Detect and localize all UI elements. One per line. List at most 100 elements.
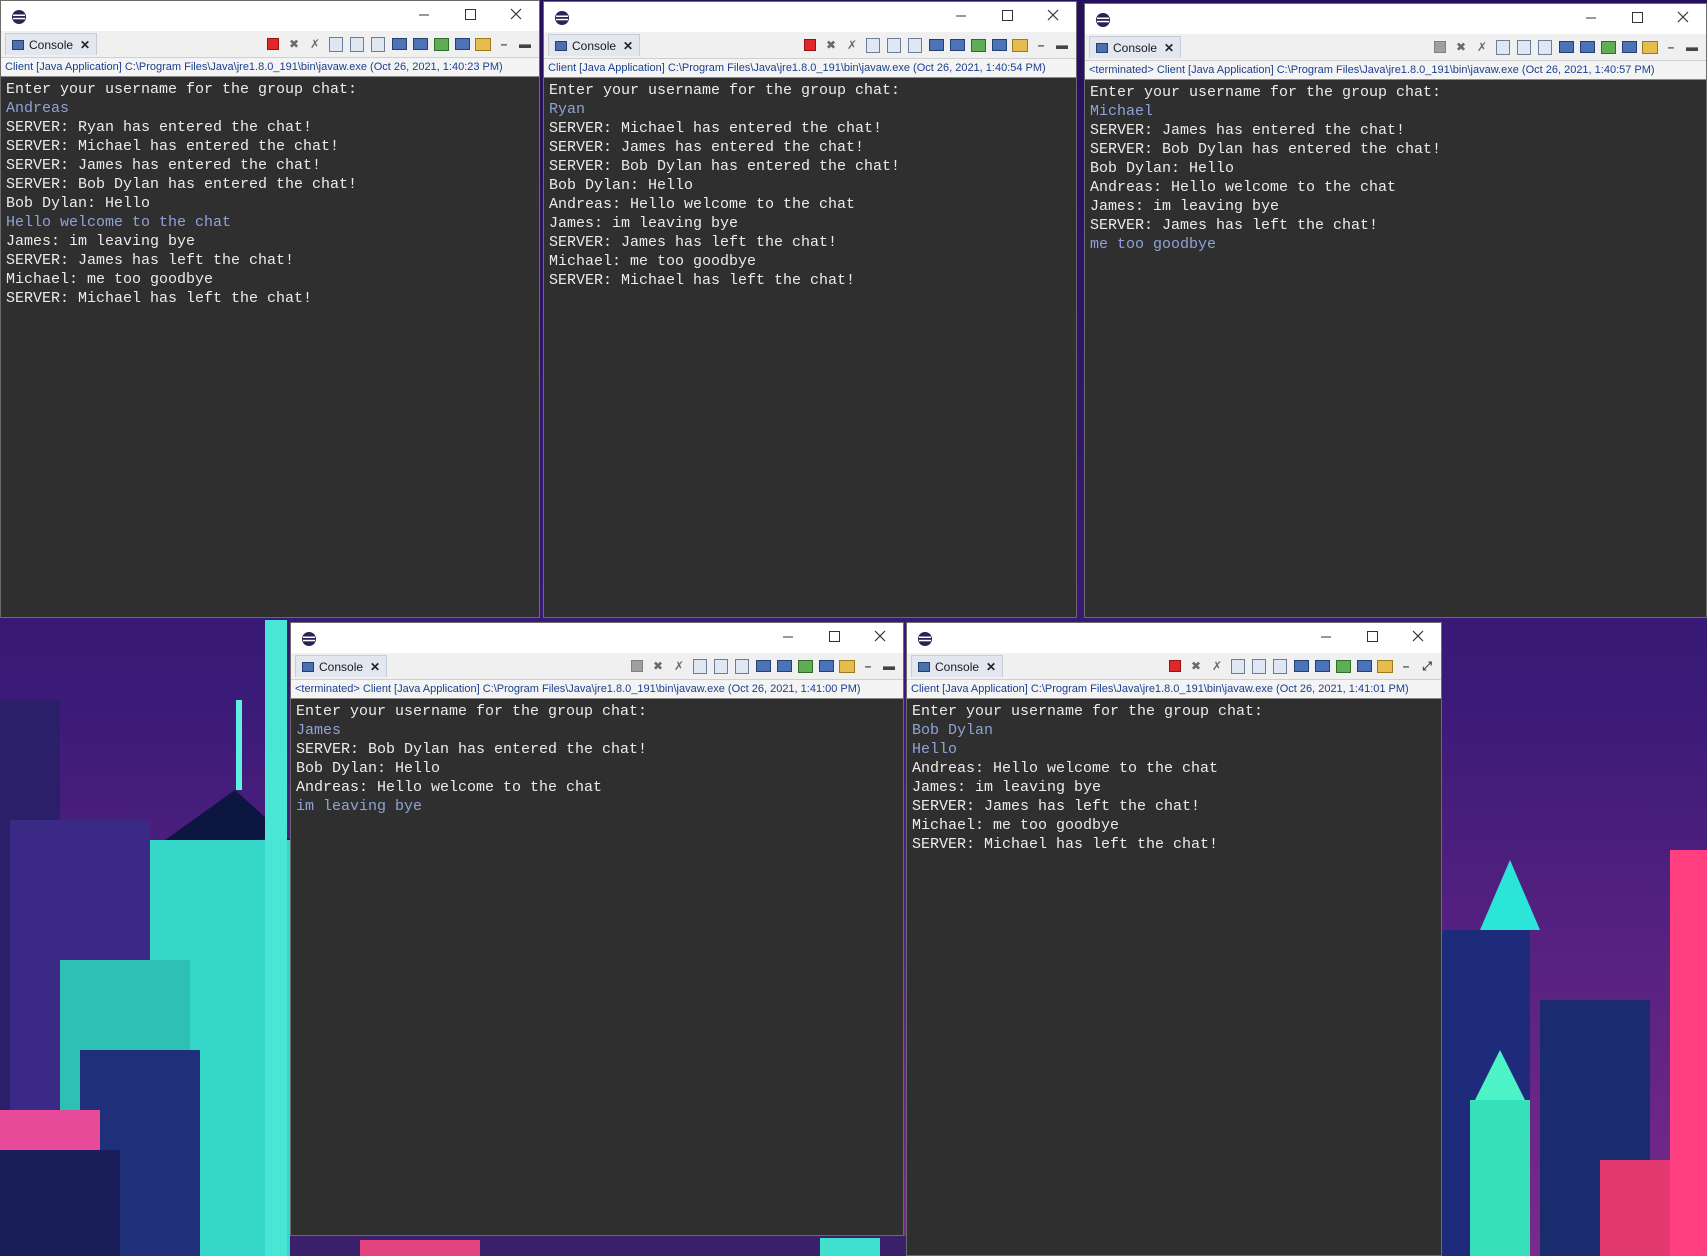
tab-console[interactable]: Console ✕ (548, 34, 641, 56)
close-tab-icon[interactable]: ✕ (1164, 41, 1174, 55)
console-output[interactable]: Enter your username for the group chat: B… (907, 699, 1441, 854)
maximize-button[interactable] (447, 1, 493, 31)
maximize-button[interactable] (1614, 4, 1660, 34)
minimize-view-icon[interactable]: – (1663, 39, 1679, 55)
close-tab-icon[interactable]: ✕ (623, 39, 633, 53)
close-button[interactable] (493, 1, 539, 31)
open-console-icon[interactable] (475, 36, 491, 52)
word-wrap-icon[interactable] (370, 36, 386, 52)
remove-all-terminated-icon[interactable]: ✗ (1474, 39, 1490, 55)
minimize-view-icon[interactable]: – (496, 36, 512, 52)
maximize-view-icon[interactable]: ▬ (881, 658, 897, 674)
window-titlebar[interactable] (1, 1, 539, 31)
remove-launch-icon[interactable]: ✖ (1453, 39, 1469, 55)
tab-console[interactable]: Console ✕ (911, 655, 1004, 677)
window-titlebar[interactable] (291, 623, 903, 653)
remove-launch-icon[interactable]: ✖ (286, 36, 302, 52)
pin-console-icon[interactable] (970, 37, 986, 53)
close-button[interactable] (1660, 4, 1706, 34)
pin-console-icon[interactable] (797, 658, 813, 674)
show-on-stderr-icon[interactable] (776, 658, 792, 674)
display-console-icon[interactable] (1356, 658, 1372, 674)
remove-all-terminated-icon[interactable]: ✗ (307, 36, 323, 52)
minimize-view-icon[interactable]: – (860, 658, 876, 674)
remove-all-terminated-icon[interactable]: ✗ (1209, 658, 1225, 674)
scroll-lock-icon[interactable] (713, 658, 729, 674)
show-on-stdout-icon[interactable] (1558, 39, 1574, 55)
open-console-icon[interactable] (1012, 37, 1028, 53)
close-button[interactable] (1030, 2, 1076, 32)
terminate-icon[interactable] (802, 37, 818, 53)
minimize-button[interactable] (401, 1, 447, 31)
display-console-icon[interactable] (1621, 39, 1637, 55)
show-on-stdout-icon[interactable] (391, 36, 407, 52)
maximize-view-icon[interactable]: ▬ (1054, 37, 1070, 53)
minimize-button[interactable] (1303, 623, 1349, 653)
close-tab-icon[interactable]: ✕ (986, 660, 996, 674)
tab-console[interactable]: Console ✕ (295, 655, 388, 677)
console-output[interactable]: Enter your username for the group chat: J… (291, 699, 903, 816)
terminate-icon[interactable] (1432, 39, 1448, 55)
show-on-stdout-icon[interactable] (928, 37, 944, 53)
tab-console[interactable]: Console ✕ (5, 33, 98, 55)
word-wrap-icon[interactable] (1272, 658, 1288, 674)
close-button[interactable] (1395, 623, 1441, 653)
remove-all-terminated-icon[interactable]: ✗ (671, 658, 687, 674)
display-console-icon[interactable] (818, 658, 834, 674)
maximize-view-icon[interactable]: ▬ (1684, 39, 1700, 55)
word-wrap-icon[interactable] (907, 37, 923, 53)
scroll-lock-icon[interactable] (1516, 39, 1532, 55)
pin-console-icon[interactable] (433, 36, 449, 52)
terminate-icon[interactable] (1167, 658, 1183, 674)
show-on-stderr-icon[interactable] (1314, 658, 1330, 674)
maximize-button[interactable] (811, 623, 857, 653)
pin-console-icon[interactable] (1600, 39, 1616, 55)
close-tab-icon[interactable]: ✕ (370, 660, 380, 674)
clear-console-icon[interactable] (1495, 39, 1511, 55)
tab-console[interactable]: Console ✕ (1089, 36, 1182, 58)
console-output[interactable]: Enter your username for the group chat: R… (544, 78, 1076, 290)
restore-view-icon[interactable]: ⤢ (1419, 658, 1435, 674)
window-titlebar[interactable] (544, 2, 1076, 32)
show-on-stdout-icon[interactable] (1293, 658, 1309, 674)
window-titlebar[interactable] (1085, 4, 1706, 34)
show-on-stderr-icon[interactable] (949, 37, 965, 53)
terminate-icon[interactable] (265, 36, 281, 52)
open-console-icon[interactable] (1642, 39, 1658, 55)
terminate-icon[interactable] (629, 658, 645, 674)
scroll-lock-icon[interactable] (886, 37, 902, 53)
maximize-view-icon[interactable]: ▬ (517, 36, 533, 52)
show-on-stderr-icon[interactable] (1579, 39, 1595, 55)
show-on-stdout-icon[interactable] (755, 658, 771, 674)
minimize-button[interactable] (938, 2, 984, 32)
maximize-button[interactable] (1349, 623, 1395, 653)
remove-all-terminated-icon[interactable]: ✗ (844, 37, 860, 53)
minimize-view-icon[interactable]: – (1398, 658, 1414, 674)
remove-launch-icon[interactable]: ✖ (1188, 658, 1204, 674)
minimize-button[interactable] (1568, 4, 1614, 34)
scroll-lock-icon[interactable] (349, 36, 365, 52)
word-wrap-icon[interactable] (1537, 39, 1553, 55)
minimize-button[interactable] (765, 623, 811, 653)
show-on-stderr-icon[interactable] (412, 36, 428, 52)
clear-console-icon[interactable] (328, 36, 344, 52)
close-tab-icon[interactable]: ✕ (80, 38, 90, 52)
clear-console-icon[interactable] (865, 37, 881, 53)
remove-launch-icon[interactable]: ✖ (823, 37, 839, 53)
display-console-icon[interactable] (991, 37, 1007, 53)
close-button[interactable] (857, 623, 903, 653)
window-titlebar[interactable] (907, 623, 1441, 653)
maximize-button[interactable] (984, 2, 1030, 32)
open-console-icon[interactable] (1377, 658, 1393, 674)
scroll-lock-icon[interactable] (1251, 658, 1267, 674)
clear-console-icon[interactable] (692, 658, 708, 674)
display-console-icon[interactable] (454, 36, 470, 52)
pin-console-icon[interactable] (1335, 658, 1351, 674)
word-wrap-icon[interactable] (734, 658, 750, 674)
console-output[interactable]: Enter your username for the group chat: M… (1085, 80, 1706, 254)
clear-console-icon[interactable] (1230, 658, 1246, 674)
console-output[interactable]: Enter your username for the group chat: A… (1, 77, 539, 308)
remove-launch-icon[interactable]: ✖ (650, 658, 666, 674)
minimize-view-icon[interactable]: – (1033, 37, 1049, 53)
open-console-icon[interactable] (839, 658, 855, 674)
